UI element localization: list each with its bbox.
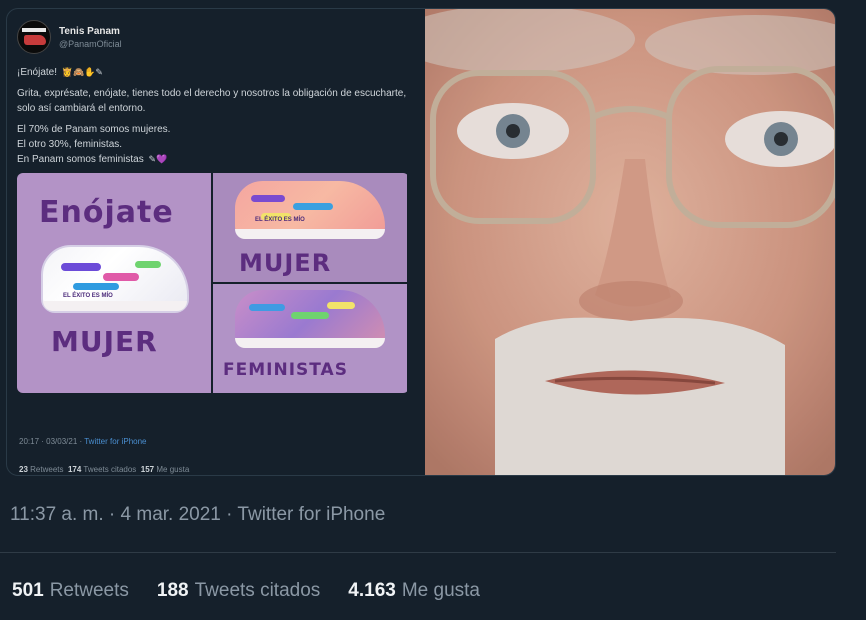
shoe-scribble: EL ÉXITO ES MÍO [63, 293, 113, 299]
tweet-timestamp[interactable]: 11:37 a. m. · 4 mar. 2021 · Twitter for … [10, 504, 385, 526]
quoted-tweet-stats: 23 Retweets 174 Tweets citados 157 Me gu… [19, 465, 189, 474]
quoted-tweet-header: Tenis Panam @PanamOficial [17, 17, 415, 57]
quote-count: 188 [156, 580, 189, 601]
sneaker-image [235, 290, 385, 348]
divider [0, 552, 836, 553]
quoted-like-count[interactable]: 157 [141, 465, 154, 474]
retweets-stat[interactable]: 501 Retweets [12, 580, 129, 602]
media-tile-enojate[interactable]: Enójate EL ÉXITO ES MÍO MUJER [17, 173, 211, 393]
attached-media-card[interactable]: Tenis Panam @PanamOficial ¡Enójate! 👸🙈✋✎… [6, 8, 836, 476]
tweet-line: El otro 30%, feministas. [17, 139, 123, 150]
quoted-tweet-meta: 20:17 · 03/03/21 · Twitter for iPhone [19, 437, 146, 446]
tweet-line-title: ¡Enójate! [17, 67, 58, 78]
quoted-retweet-label[interactable]: Retweets [30, 465, 63, 474]
sneaker-image: EL ÉXITO ES MÍO [235, 181, 385, 239]
tweet-paragraph: Grita, exprésate, enójate, tienes todo e… [17, 88, 407, 114]
quoted-quote-label[interactable]: Tweets citados [83, 465, 136, 474]
media-grid[interactable]: Enójate EL ÉXITO ES MÍO MUJER EL ÉXITO E… [17, 173, 409, 393]
sneaker-icon [24, 35, 46, 45]
graffiti-word: Enójate [39, 195, 174, 230]
quoted-tweet-source[interactable]: Twitter for iPhone [84, 437, 146, 446]
likes-stat[interactable]: 4.163 Me gusta [348, 580, 480, 602]
user-handle[interactable]: @PanamOficial [59, 39, 122, 49]
graffiti-word: MUJER [51, 325, 158, 358]
media-tile-feministas[interactable]: FEMINISTAS [213, 284, 407, 393]
retweet-count: 501 [12, 580, 44, 601]
face-photo-image [425, 9, 835, 475]
like-count: 4.163 [348, 580, 396, 601]
graffiti-word: MUJER [239, 249, 332, 277]
quoted-tweet-text: ¡Enójate! 👸🙈✋✎ Grita, exprésate, enójate… [17, 65, 415, 167]
graffiti-word: FEMINISTAS [223, 360, 348, 380]
tweet-line: En Panam somos feministas [17, 154, 144, 165]
retweet-label: Retweets [49, 580, 129, 601]
emoji-group: 👸🙈✋✎ [61, 67, 103, 77]
display-name[interactable]: Tenis Panam [59, 26, 122, 37]
like-label: Me gusta [401, 580, 480, 601]
avatar[interactable] [17, 20, 51, 54]
quoted-like-label[interactable]: Me gusta [156, 465, 189, 474]
quoted-tweet-screenshot[interactable]: Tenis Panam @PanamOficial ¡Enójate! 👸🙈✋✎… [7, 9, 425, 475]
sneaker-image: EL ÉXITO ES MÍO [41, 245, 189, 313]
quote-label: Tweets citados [194, 580, 321, 601]
sneaker-sole [43, 301, 187, 311]
tweet-line: El 70% de Panam somos mujeres. [17, 124, 171, 135]
shoe-scribble: EL ÉXITO ES MÍO [255, 217, 305, 223]
quoted-tweet-time: 20:17 · 03/03/21 · [19, 437, 83, 446]
media-tile-mujer[interactable]: EL ÉXITO ES MÍO MUJER [213, 173, 407, 282]
quoted-quote-count[interactable]: 174 [68, 465, 81, 474]
quoted-retweet-count[interactable]: 23 [19, 465, 28, 474]
tweet-stats: 501 Retweets 188 Tweets citados 4.163 Me gu… [12, 580, 480, 602]
reaction-photo[interactable] [425, 9, 835, 475]
quotes-stat[interactable]: 188 Tweets citados [157, 580, 320, 602]
sneaker-sole [235, 338, 385, 348]
brand-logo-icon [22, 28, 46, 32]
emoji-group: ✎💜 [148, 154, 168, 164]
sneaker-sole [235, 229, 385, 239]
